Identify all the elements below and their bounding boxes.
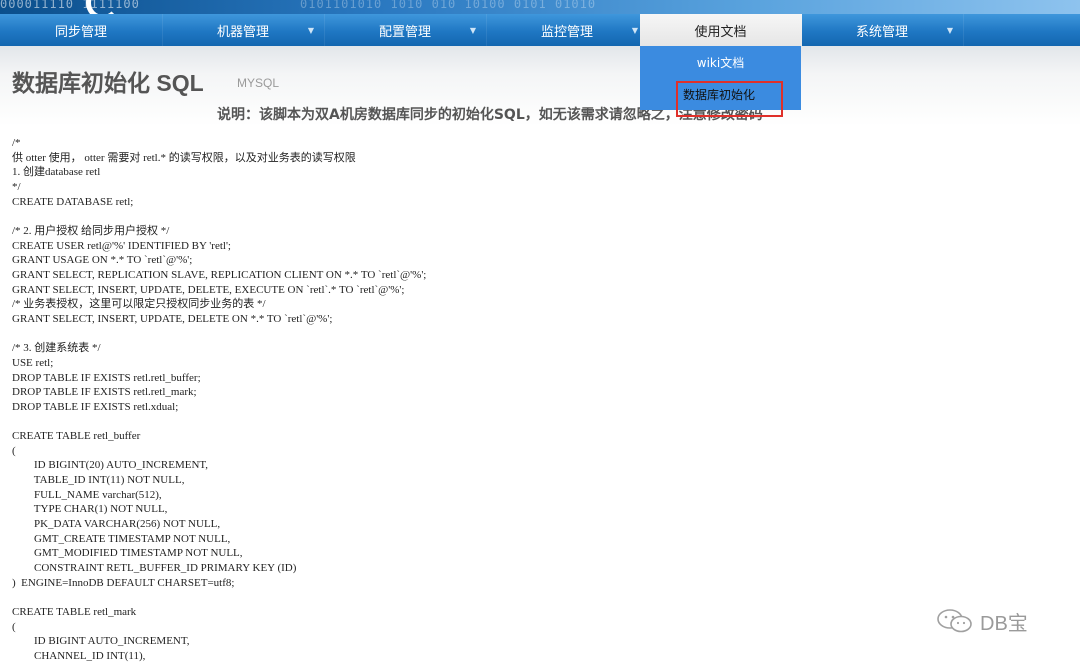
code-line: GRANT SELECT, REPLICATION SLAVE, REPLICA… xyxy=(12,268,427,281)
code-line: DROP TABLE IF EXISTS retl.retl_buffer; xyxy=(12,371,201,384)
code-line: CHANNEL_ID INT(11), xyxy=(12,649,146,662)
docs-dropdown-menu: wiki文档 数据库初始化 xyxy=(640,46,801,110)
code-line: ID BIGINT AUTO_INCREMENT, xyxy=(12,635,190,648)
nav-item-machine[interactable]: 机器管理 ▼ xyxy=(162,14,325,46)
code-line: /* xyxy=(12,137,21,149)
code-line: USE retl; xyxy=(12,356,54,369)
banner-digits-right: 0101101010 1010 010 10100 0101 01010 xyxy=(300,0,597,11)
nav-item-label: 机器管理 xyxy=(216,24,269,40)
page-title: 数据库初始化 SQL xyxy=(12,70,204,96)
code-line: CONSTRAINT RETL_BUFFER_ID PRIMARY KEY (I… xyxy=(12,562,297,575)
code-line: /* 2. 用户授权 给同步用户授权 */ xyxy=(12,224,170,237)
code-line: /* 3. 创建系统表 */ xyxy=(12,342,101,355)
nav-item-label: 使用文档 xyxy=(694,24,747,40)
caret-down-icon: ▼ xyxy=(946,26,953,35)
code-line: DROP TABLE IF EXISTS retl.xdual; xyxy=(12,400,179,413)
dropdown-item-wiki[interactable]: wiki文档 xyxy=(640,46,801,78)
caret-down-icon: ▼ xyxy=(469,26,476,35)
nav-item-docs[interactable]: 使用文档 xyxy=(640,14,802,46)
nav-item-sync[interactable]: 同步管理 xyxy=(0,14,163,46)
dropdown-item-db-init[interactable]: 数据库初始化 xyxy=(640,78,801,110)
code-line: ( xyxy=(12,444,16,457)
caret-down-icon: ▼ xyxy=(307,26,314,35)
nav-item-label: 监控管理 xyxy=(540,24,593,40)
nav-item-label: 配置管理 xyxy=(378,24,431,40)
nav-item-label: 同步管理 xyxy=(54,24,107,40)
code-line: ) ENGINE=InnoDB DEFAULT CHARSET=utf8; xyxy=(12,576,235,589)
watermark-text: DB宝 xyxy=(980,612,1028,635)
code-line: 供 otter 使用， otter 需要对 retl.* 的读写权限，以及对业务… xyxy=(12,151,356,164)
top-banner: 000011110 1111100 0101101010 1010 010 10… xyxy=(0,0,1080,14)
code-line: /* 业务表授权，这里可以限定只授权同步业务的表 */ xyxy=(12,298,266,311)
code-line: GRANT SELECT, INSERT, UPDATE, DELETE, EX… xyxy=(12,283,405,296)
nav-item-system[interactable]: 系统管理 ▼ xyxy=(801,14,964,46)
page-subtitle: MYSQL xyxy=(237,76,280,90)
code-line: TYPE CHAR(1) NOT NULL, xyxy=(12,503,168,516)
code-line: GMT_CREATE TIMESTAMP NOT NULL, xyxy=(12,532,231,545)
nav-item-monitor[interactable]: 监控管理 ▼ xyxy=(486,14,649,46)
code-line: ( xyxy=(12,620,16,633)
nav-item-config[interactable]: 配置管理 ▼ xyxy=(324,14,487,46)
code-line: CREATE DATABASE retl; xyxy=(12,195,134,208)
logo-icon xyxy=(86,0,120,14)
code-line: CREATE TABLE retl_mark xyxy=(12,606,137,618)
code-line: CREATE TABLE retl_buffer xyxy=(12,430,141,443)
code-line: GRANT SELECT, INSERT, UPDATE, DELETE ON … xyxy=(12,312,333,325)
sql-code-block: /* 供 otter 使用， otter 需要对 retl.* 的读写权限，以及… xyxy=(12,136,1072,666)
code-line: PK_DATA VARCHAR(256) NOT NULL, xyxy=(12,518,221,531)
code-line: DROP TABLE IF EXISTS retl.retl_mark; xyxy=(12,386,197,399)
watermark: DB宝 xyxy=(936,606,1056,636)
code-line: ID BIGINT(20) AUTO_INCREMENT, xyxy=(12,459,209,472)
main-nav: 同步管理 机器管理 ▼ 配置管理 ▼ 监控管理 ▼ 使用文档 系统管理 ▼ xyxy=(0,14,1080,47)
nav-item-label: 系统管理 xyxy=(855,24,908,40)
wechat-icon xyxy=(937,609,972,633)
code-line: TABLE_ID INT(11) NOT NULL, xyxy=(12,474,185,487)
code-line: FULL_NAME varchar(512), xyxy=(12,488,162,501)
code-line: CREATE USER retl@'%' IDENTIFIED BY 'retl… xyxy=(12,239,231,252)
caret-down-icon: ▼ xyxy=(631,26,638,35)
code-line: GMT_MODIFIED TIMESTAMP NOT NULL, xyxy=(12,547,243,560)
code-line: */ xyxy=(12,180,21,193)
page: 000011110 1111100 0101101010 1010 010 10… xyxy=(0,0,1080,666)
code-line: GRANT USAGE ON *.* TO `retl`@'%'; xyxy=(12,254,193,267)
code-line: 1. 创建database retl xyxy=(12,166,101,179)
